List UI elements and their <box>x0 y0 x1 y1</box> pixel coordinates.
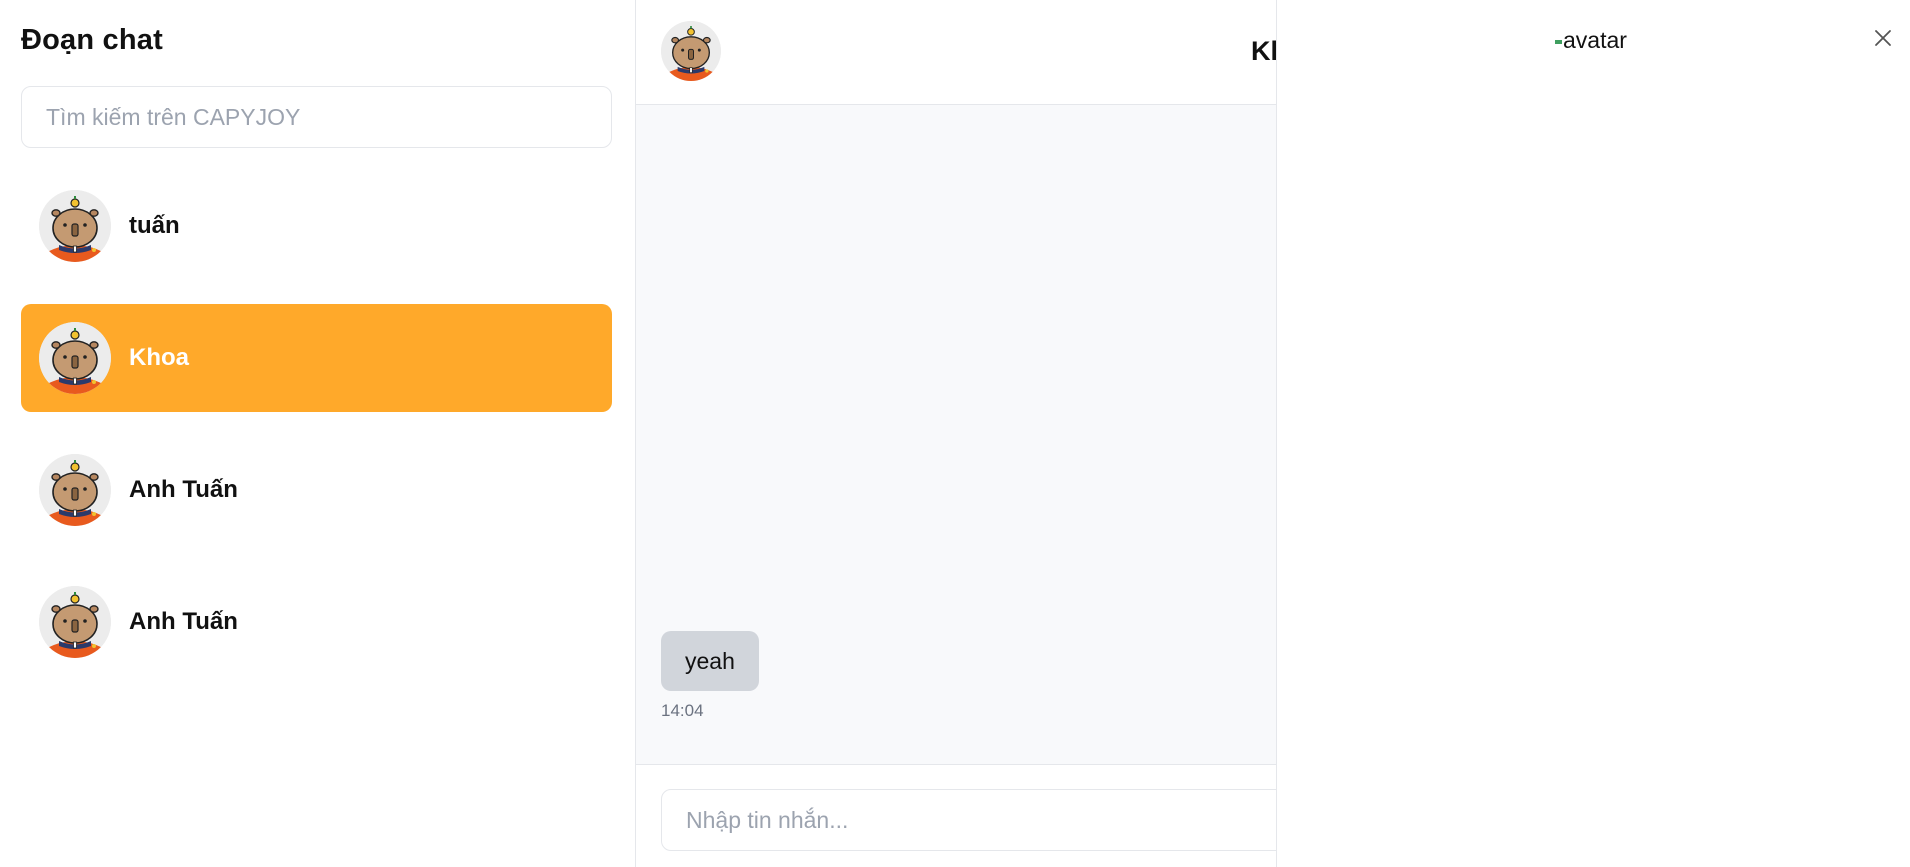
avatar-alt-text: avatar <box>1563 27 1627 53</box>
message-input[interactable] <box>661 789 1361 851</box>
sidebar-title: Đoạn chat <box>21 24 163 56</box>
search-input[interactable] <box>22 87 611 147</box>
conversation-name: Khoa <box>129 344 189 371</box>
message-timestamp: 14:04 <box>661 701 704 720</box>
search-box <box>21 86 612 148</box>
chat-header: Khoa <box>636 0 1319 105</box>
capybara-avatar <box>39 190 111 262</box>
conversation-item[interactable]: Anh Tuấn <box>21 568 612 676</box>
close-icon[interactable] <box>1871 26 1895 50</box>
conversation-name: tuấn <box>129 212 180 239</box>
conversation-name: Anh Tuấn <box>129 476 238 503</box>
message-bubble: yeah <box>661 631 759 691</box>
conversation-item-active[interactable]: Khoa <box>21 304 612 412</box>
capybara-avatar[interactable] <box>661 21 721 81</box>
capybara-avatar <box>39 586 111 658</box>
conversation-list: tuấn Khoa Anh Tuấn Anh Tuấn <box>21 172 612 700</box>
capybara-avatar <box>39 322 111 394</box>
conversation-item[interactable]: tuấn <box>21 172 612 280</box>
broken-image-icon <box>1555 39 1562 44</box>
conversation-sidebar: Đoạn chat tuấn Khoa <box>0 0 636 867</box>
avatar-image: avatar <box>1555 27 1627 54</box>
message-composer <box>636 764 1361 867</box>
message-list[interactable]: yeah 14:04 <box>636 105 1276 764</box>
chat-area: Khoa yeah 14:04 <box>636 0 1361 867</box>
profile-panel: avatar <box>1276 0 1910 867</box>
conversation-name: Anh Tuấn <box>129 608 238 635</box>
capybara-avatar <box>39 454 111 526</box>
conversation-item[interactable]: Anh Tuấn <box>21 436 612 544</box>
